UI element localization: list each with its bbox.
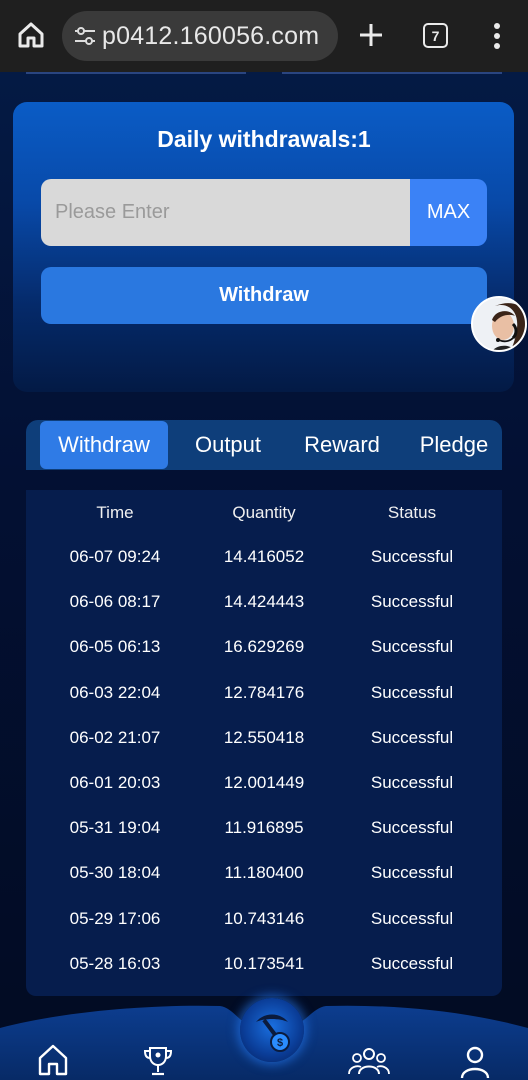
row-status: Successful bbox=[370, 592, 454, 612]
more-menu-icon[interactable] bbox=[487, 20, 507, 52]
row-quantity: 11.180400 bbox=[224, 863, 304, 883]
history-tabs: Withdraw Output Reward Pledge bbox=[26, 420, 502, 470]
row-status: Successful bbox=[370, 682, 454, 702]
site-settings-icon[interactable] bbox=[72, 23, 98, 49]
row-quantity: 12.550418 bbox=[223, 727, 305, 747]
browser-toolbar: p0412.160056.com 7 bbox=[0, 0, 528, 72]
row-quantity: 14.424443 bbox=[223, 592, 305, 612]
row-quantity: 12.784176 bbox=[223, 682, 305, 702]
pickaxe-coin-icon: $ bbox=[256, 1014, 290, 1052]
row-time: 06-06 08:17 bbox=[69, 592, 161, 612]
tab-withdraw[interactable]: Withdraw bbox=[40, 421, 168, 469]
row-status: Successful bbox=[370, 637, 454, 657]
customer-support-avatar[interactable] bbox=[471, 296, 527, 352]
row-time: 06-02 21:07 bbox=[69, 727, 161, 747]
tab-pledge[interactable]: Pledge bbox=[406, 420, 502, 470]
row-time: 05-29 17:06 bbox=[69, 908, 161, 928]
row-quantity: 16.629269 bbox=[223, 637, 305, 657]
column-header-time: Time bbox=[96, 503, 134, 522]
nav-trophy-icon[interactable] bbox=[142, 1044, 174, 1078]
svg-text:$: $ bbox=[277, 1037, 283, 1049]
row-status: Successful bbox=[370, 727, 454, 747]
nav-profile-icon[interactable] bbox=[458, 1044, 492, 1078]
row-status: Successful bbox=[370, 818, 454, 838]
home-icon[interactable] bbox=[16, 20, 46, 50]
column-header-quantity: Quantity bbox=[232, 503, 296, 522]
tab-output[interactable]: Output bbox=[176, 420, 280, 470]
row-time: 06-01 20:03 bbox=[69, 773, 161, 792]
row-time: 06-03 22:04 bbox=[69, 682, 161, 702]
row-time: 05-30 18:04 bbox=[69, 863, 161, 883]
row-status: Successful bbox=[370, 908, 454, 928]
column-header-status: Status bbox=[387, 503, 437, 522]
row-status: Successful bbox=[370, 953, 454, 973]
withdraw-button[interactable]: Withdraw bbox=[41, 267, 487, 324]
new-tab-icon[interactable] bbox=[356, 20, 386, 50]
nav-home-icon[interactable] bbox=[36, 1042, 70, 1076]
row-time: 06-07 09:24 bbox=[69, 547, 161, 566]
row-quantity: 11.916895 bbox=[224, 818, 304, 838]
daily-withdrawals-title: Daily withdrawals:1 bbox=[157, 126, 371, 152]
row-time: 06-05 06:13 bbox=[69, 637, 161, 657]
previous-section-edge bbox=[0, 72, 528, 76]
address-bar[interactable]: p0412.160056.com bbox=[62, 11, 338, 61]
tab-reward[interactable]: Reward bbox=[288, 420, 396, 470]
row-status: Successful bbox=[370, 547, 454, 566]
center-mining-button[interactable]: $ bbox=[240, 998, 304, 1062]
nav-team-icon[interactable] bbox=[348, 1044, 390, 1078]
row-time: 05-31 19:04 bbox=[69, 818, 161, 838]
row-quantity: 10.173541 bbox=[223, 953, 305, 973]
row-quantity: 12.001449 bbox=[223, 773, 305, 792]
row-status: Successful bbox=[370, 773, 454, 792]
row-time: 05-28 16:03 bbox=[69, 953, 161, 973]
row-quantity: 10.743146 bbox=[223, 908, 305, 928]
row-status: Successful bbox=[370, 863, 454, 883]
row-quantity: 14.416052 bbox=[223, 547, 305, 566]
max-button[interactable]: MAX bbox=[410, 179, 487, 246]
amount-input[interactable] bbox=[41, 179, 411, 246]
url-text: p0412.160056.com bbox=[102, 21, 320, 50]
tab-switcher-button[interactable]: 7 bbox=[423, 23, 448, 48]
